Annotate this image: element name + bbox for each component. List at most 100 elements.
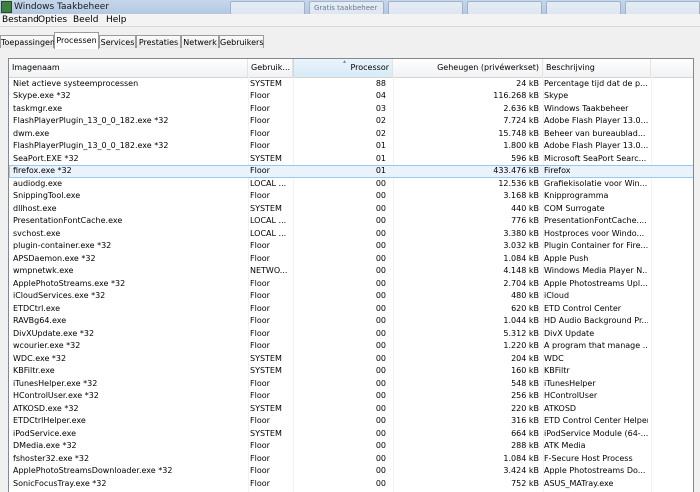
process-name: APSDaemon.exe *32 <box>13 253 96 263</box>
process-description: Percentage tijd dat de p... <box>544 78 648 88</box>
process-user: Floor <box>250 191 270 200</box>
process-row[interactable]: RAVBg64.exe Floor 00 1.044 kB HD Audio Backg… <box>9 315 693 328</box>
process-row[interactable]: ATKOSD.exe *32 SYSTEM 00 220 kB ATKOSD <box>9 403 693 416</box>
process-user: SYSTEM <box>250 153 282 163</box>
process-row[interactable]: ETDCtrlHelper.exe Floor 00 316 kB ETD Contro… <box>9 415 693 428</box>
process-memory: 7.724 kB <box>503 116 539 125</box>
title-bar: Windows Taakbeheer Gratis taakbeheer <box>0 0 700 15</box>
process-user: Floor <box>250 453 270 463</box>
column-header-geheugen[interactable]: Geheugen (privéwerkset) <box>393 59 543 77</box>
tab-processen[interactable]: Processen <box>54 32 99 49</box>
process-row[interactable]: taskmgr.exe Floor 03 2.636 kB Windows Taakbe… <box>9 103 693 116</box>
process-user: Floor <box>250 91 270 100</box>
process-row[interactable]: audiodg.exe LOCAL ... 00 12.536 kB Grafiekis… <box>9 178 693 191</box>
process-name: ETDCtrlHelper.exe <box>13 416 86 425</box>
process-row[interactable]: DivXUpdate.exe *32 Floor 00 5.312 kB DivX Up… <box>9 328 693 341</box>
process-name: WDC.exe *32 <box>13 353 67 363</box>
background-tab: Gratis taakbeheer <box>309 1 384 15</box>
process-name: SnippingTool.exe <box>13 191 81 200</box>
process-description: A program that manage ... <box>544 341 648 350</box>
process-row[interactable]: ApplePhotoStreamsDownloader.exe *32 Floor… <box>9 465 693 478</box>
column-header-beschrijving[interactable]: Beschrijving <box>543 59 651 77</box>
process-description: Knipprogramma <box>544 191 609 200</box>
tab-services[interactable]: Services <box>99 35 136 48</box>
process-memory: 1.800 kB <box>503 141 539 150</box>
process-row[interactable]: firefox.exe *32 Floor 01 433.476 kB Firefox <box>9 165 693 178</box>
process-description: Apple Photostreams Upl... <box>544 278 648 288</box>
process-row[interactable]: HControlUser.exe *32 Floor 00 256 kB HContro… <box>9 390 693 403</box>
process-cpu: 00 <box>375 191 386 200</box>
process-description: WDC <box>544 353 564 363</box>
process-row[interactable]: iTunesHelper.exe *32 Floor 00 548 kB iTunesH… <box>9 378 693 391</box>
process-row[interactable]: ETDCtrl.exe Floor 00 620 kB ETD Control Cent… <box>9 303 693 316</box>
process-cpu: 00 <box>375 403 386 413</box>
process-cpu: 00 <box>375 216 386 225</box>
column-header-processor[interactable]: ▴ Processor <box>293 59 393 77</box>
process-name: KBFiltr.exe <box>13 366 55 375</box>
process-row[interactable]: SonicFocusTray.exe *32 Floor 00 752 kB ASUS_… <box>9 478 693 491</box>
tab-prestaties[interactable]: Prestaties <box>136 35 181 48</box>
process-memory: 480 kB <box>511 291 539 300</box>
process-user: SYSTEM <box>250 428 282 438</box>
process-cpu: 00 <box>375 203 386 213</box>
menu-opties[interactable]: Opties <box>38 14 67 26</box>
tab-gebruikers[interactable]: Gebruikers <box>219 35 264 48</box>
process-name: RAVBg64.exe <box>13 316 67 325</box>
process-user: Floor <box>250 341 270 350</box>
process-name: wcourier.exe *32 <box>13 341 81 350</box>
process-row[interactable]: APSDaemon.exe *32 Floor 00 1.084 kB Apple Pu… <box>9 253 693 266</box>
tab-toepassingen[interactable]: Toepassingen <box>0 35 55 48</box>
process-cpu: 00 <box>375 341 386 350</box>
process-user: SYSTEM <box>250 403 282 413</box>
processes-panel: Imagenaam Gebruik... ▴ Processor Geheuge… <box>0 48 700 492</box>
process-cpu: 00 <box>375 391 386 400</box>
process-row[interactable]: wcourier.exe *32 Floor 00 1.220 kB A program… <box>9 340 693 353</box>
process-row[interactable]: KBFiltr.exe SYSTEM 00 160 kB KBFiltr <box>9 365 693 378</box>
process-row[interactable]: Niet actieve systeemprocessen SYSTEM 88 24 … <box>9 78 693 91</box>
menu-beeld[interactable]: Beeld <box>73 14 98 26</box>
process-row[interactable]: FlashPlayerPlugin_13_0_0_182.exe *32 Floo… <box>9 140 693 153</box>
column-header-gebruiker[interactable]: Gebruik... <box>248 59 293 77</box>
background-tab <box>467 1 542 15</box>
process-row[interactable]: iPodService.exe SYSTEM 00 664 kB iPodService… <box>9 428 693 441</box>
process-name: dllhost.exe <box>13 203 57 213</box>
process-row[interactable]: FlashPlayerPlugin_13_0_0_182.exe *32 Floo… <box>9 115 693 128</box>
window-title: Windows Taakbeheer <box>14 2 110 12</box>
menu-help[interactable]: Help <box>106 14 127 26</box>
process-name: taskmgr.exe <box>13 103 62 113</box>
process-row[interactable]: SeaPort.EXE *32 SYSTEM 01 596 kB Microsoft S… <box>9 153 693 166</box>
process-memory: 5.312 kB <box>503 328 539 338</box>
process-row[interactable]: dwm.exe Floor 02 15.748 kB Beheer van bureau… <box>9 128 693 141</box>
process-name: SonicFocusTray.exe *32 <box>13 478 107 488</box>
process-name: plugin-container.exe *32 <box>13 241 112 250</box>
tab-netwerk[interactable]: Netwerk <box>181 35 219 48</box>
process-row[interactable]: WDC.exe *32 SYSTEM 00 204 kB WDC <box>9 353 693 366</box>
process-row[interactable]: PresentationFontCache.exe LOCAL ... 00 776 … <box>9 215 693 228</box>
process-row[interactable]: dllhost.exe SYSTEM 00 440 kB COM Surrogate <box>9 203 693 216</box>
process-description: Grafiekisolatie voor Win... <box>544 178 648 188</box>
column-header-imagenaam[interactable]: Imagenaam <box>9 59 248 77</box>
process-row[interactable]: fshoster32.exe *32 Floor 00 1.084 kB F-Secur… <box>9 453 693 466</box>
background-taskbar-tabs: Gratis taakbeheer <box>230 1 700 15</box>
menu-bestand[interactable]: Bestand <box>2 14 39 26</box>
process-row[interactable]: wmpnetwk.exe NETWO... 00 4.148 kB Windows Me… <box>9 265 693 278</box>
process-cpu: 00 <box>375 428 386 438</box>
process-row[interactable]: plugin-container.exe *32 Floor 00 3.032 kB P… <box>9 240 693 253</box>
process-row[interactable]: DMedia.exe *32 Floor 00 288 kB ATK Media <box>9 440 693 453</box>
process-row[interactable]: ApplePhotoStreams.exe *32 Floor 00 2.704 kB… <box>9 278 693 291</box>
process-memory: 548 kB <box>511 378 539 388</box>
process-row[interactable]: iCloudServices.exe *32 Floor 00 480 kB iClou… <box>9 290 693 303</box>
process-cpu: 01 <box>375 141 386 150</box>
process-user: Floor <box>250 253 270 263</box>
process-row[interactable]: svchost.exe LOCAL ... 00 3.380 kB Hostproces… <box>9 228 693 241</box>
process-user: Floor <box>250 441 270 450</box>
process-cpu: 02 <box>375 116 386 125</box>
process-user: Floor <box>250 416 270 425</box>
process-memory: 204 kB <box>511 353 539 363</box>
process-row[interactable]: SnippingTool.exe Floor 00 3.168 kB Knipprogr… <box>9 190 693 203</box>
process-list[interactable]: Imagenaam Gebruik... ▴ Processor Geheuge… <box>8 58 694 492</box>
process-description: ETD Control Center Helper <box>544 416 648 425</box>
process-row[interactable]: Skype.exe *32 Floor 04 116.268 kB Skype <box>9 90 693 103</box>
process-cpu: 00 <box>375 466 386 475</box>
process-name: ATKOSD.exe *32 <box>13 403 79 413</box>
